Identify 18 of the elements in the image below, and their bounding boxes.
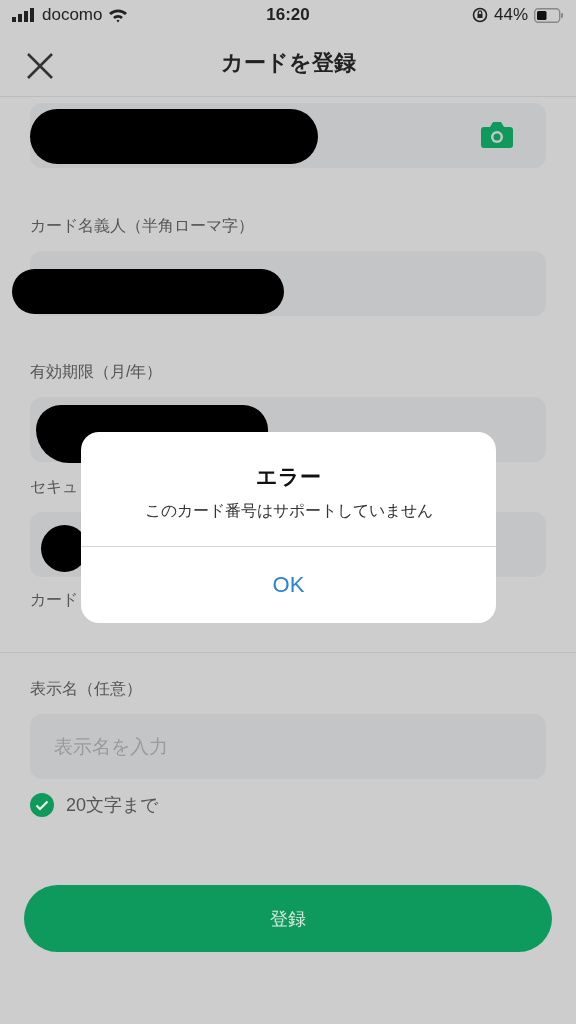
- field-label: 有効期限（月/年）: [30, 362, 163, 382]
- wifi-icon: [108, 7, 129, 23]
- clock-time: 16:20: [266, 5, 310, 25]
- screen-title: カードを登録: [220, 49, 356, 77]
- signal-icon: [12, 8, 36, 22]
- dialog-title: エラー: [256, 464, 321, 490]
- dialog-message: このカード番号はサポートしていません: [144, 501, 433, 521]
- field-label: 表示名（任意）: [30, 679, 142, 699]
- battery-percent: 44%: [493, 5, 528, 25]
- register-button[interactable]: 登録: [24, 885, 552, 952]
- field-label: セキュ: [30, 477, 78, 497]
- battery-icon: [534, 7, 564, 23]
- ok-button[interactable]: OK: [81, 547, 496, 623]
- carrier-name: docomo: [42, 5, 103, 25]
- field-label: カード: [30, 590, 78, 610]
- field-label: カード名義人（半角ローマ字）: [30, 216, 254, 236]
- rotation-lock-icon: [471, 7, 488, 23]
- hint-text: 20文字まで: [66, 794, 159, 817]
